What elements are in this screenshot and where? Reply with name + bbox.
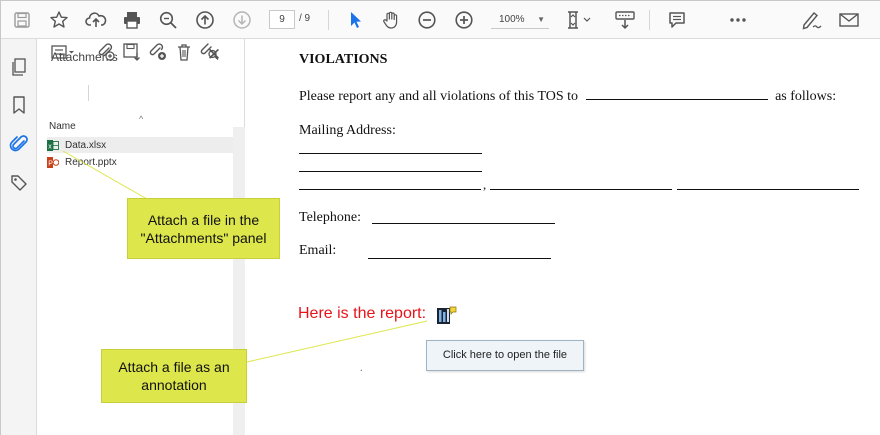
attachment-paperclip-icon[interactable] bbox=[9, 134, 29, 154]
sign-icon[interactable] bbox=[799, 7, 827, 33]
excel-file-icon: x bbox=[47, 139, 59, 151]
name-column-header[interactable]: Name bbox=[49, 121, 76, 132]
bookmark-icon[interactable] bbox=[9, 95, 29, 115]
svg-text:P: P bbox=[48, 160, 53, 167]
attachment-row-report-pptx[interactable]: P Report.pptx bbox=[47, 154, 233, 170]
toolbar-divider bbox=[649, 10, 650, 30]
save-icon[interactable] bbox=[9, 7, 35, 33]
address-line-3 bbox=[299, 189, 481, 190]
report-text: Here is the report: bbox=[298, 305, 427, 322]
address-line-1 bbox=[299, 153, 482, 154]
add-attachment-icon[interactable] bbox=[95, 41, 117, 63]
attachment-filename: Data.xlsx bbox=[65, 139, 107, 151]
delete-trash-icon[interactable] bbox=[173, 41, 195, 63]
add-attachment-link-icon[interactable] bbox=[147, 41, 169, 63]
mailing-address-label: Mailing Address: bbox=[299, 123, 396, 138]
app-window: 9 / 9 100% ▼ Attachments ✕ ^ Name x Data… bbox=[0, 0, 880, 435]
zoom-level-value: 100% bbox=[499, 14, 525, 25]
stray-dot: . bbox=[360, 363, 363, 374]
comment-icon[interactable] bbox=[664, 7, 690, 33]
file-attachment-annotation-icon[interactable] bbox=[436, 305, 458, 325]
chevron-down-icon: ▼ bbox=[537, 15, 545, 24]
upload-cloud-icon[interactable] bbox=[83, 7, 109, 33]
select-cursor-icon[interactable] bbox=[342, 7, 368, 33]
search-attachment-icon[interactable] bbox=[199, 41, 221, 63]
tos-text-after: as follows: bbox=[775, 89, 837, 104]
more-icon[interactable] bbox=[725, 7, 751, 33]
email-icon[interactable] bbox=[836, 7, 862, 33]
save-attachment-icon[interactable] bbox=[121, 41, 143, 63]
zoom-in-icon[interactable] bbox=[451, 7, 477, 33]
tag-icon[interactable] bbox=[9, 173, 29, 193]
annotation-tooltip: Click here to open the file bbox=[426, 340, 584, 371]
panel-tool-divider bbox=[88, 85, 89, 101]
tos-text-before: Please report any and all violations of … bbox=[299, 89, 579, 104]
print-icon[interactable] bbox=[119, 7, 145, 33]
contact-blank-field bbox=[585, 88, 768, 100]
page-up-icon[interactable] bbox=[192, 7, 218, 33]
email-label: Email: bbox=[299, 243, 337, 258]
svg-text:x: x bbox=[48, 143, 52, 150]
section-heading: VIOLATIONS bbox=[299, 52, 388, 67]
powerpoint-file-icon: P bbox=[47, 156, 60, 168]
page-total-label: / 9 bbox=[299, 13, 311, 24]
email-line bbox=[368, 258, 551, 259]
address-zip-line bbox=[677, 189, 859, 190]
telephone-line bbox=[372, 223, 555, 224]
address-line-2 bbox=[299, 171, 482, 172]
attachment-filename: Report.pptx bbox=[65, 156, 117, 168]
annotation-callout: Attach a file as an annotation bbox=[101, 349, 247, 403]
fit-page-icon[interactable] bbox=[562, 7, 596, 33]
options-menu-icon[interactable] bbox=[49, 41, 77, 63]
zoom-search-icon[interactable] bbox=[155, 7, 181, 33]
attachments-panel-callout: Attach a file in the "Attachments" panel bbox=[127, 198, 280, 259]
sort-caret-icon[interactable]: ^ bbox=[139, 114, 143, 124]
scroll-mode-icon[interactable] bbox=[610, 7, 640, 33]
telephone-label: Telephone: bbox=[299, 210, 361, 225]
page-number-input[interactable]: 9 bbox=[269, 10, 295, 29]
main-toolbar: 9 / 9 100% ▼ bbox=[1, 1, 880, 39]
bookmark-star-icon[interactable] bbox=[46, 7, 72, 33]
tos-paragraph: Please report any and all violations of … bbox=[299, 88, 836, 105]
attachment-row-data-xlsx[interactable]: x Data.xlsx bbox=[47, 137, 233, 153]
address-comma: , bbox=[483, 177, 487, 192]
toolbar-divider bbox=[328, 10, 329, 30]
pages-icon[interactable] bbox=[9, 57, 29, 77]
address-city-line bbox=[490, 189, 672, 190]
zoom-out-icon[interactable] bbox=[414, 7, 440, 33]
navigation-rail bbox=[1, 39, 37, 435]
page-down-icon[interactable] bbox=[229, 7, 255, 33]
zoom-level-select[interactable]: 100% ▼ bbox=[491, 10, 549, 29]
hand-pan-icon[interactable] bbox=[378, 7, 404, 33]
